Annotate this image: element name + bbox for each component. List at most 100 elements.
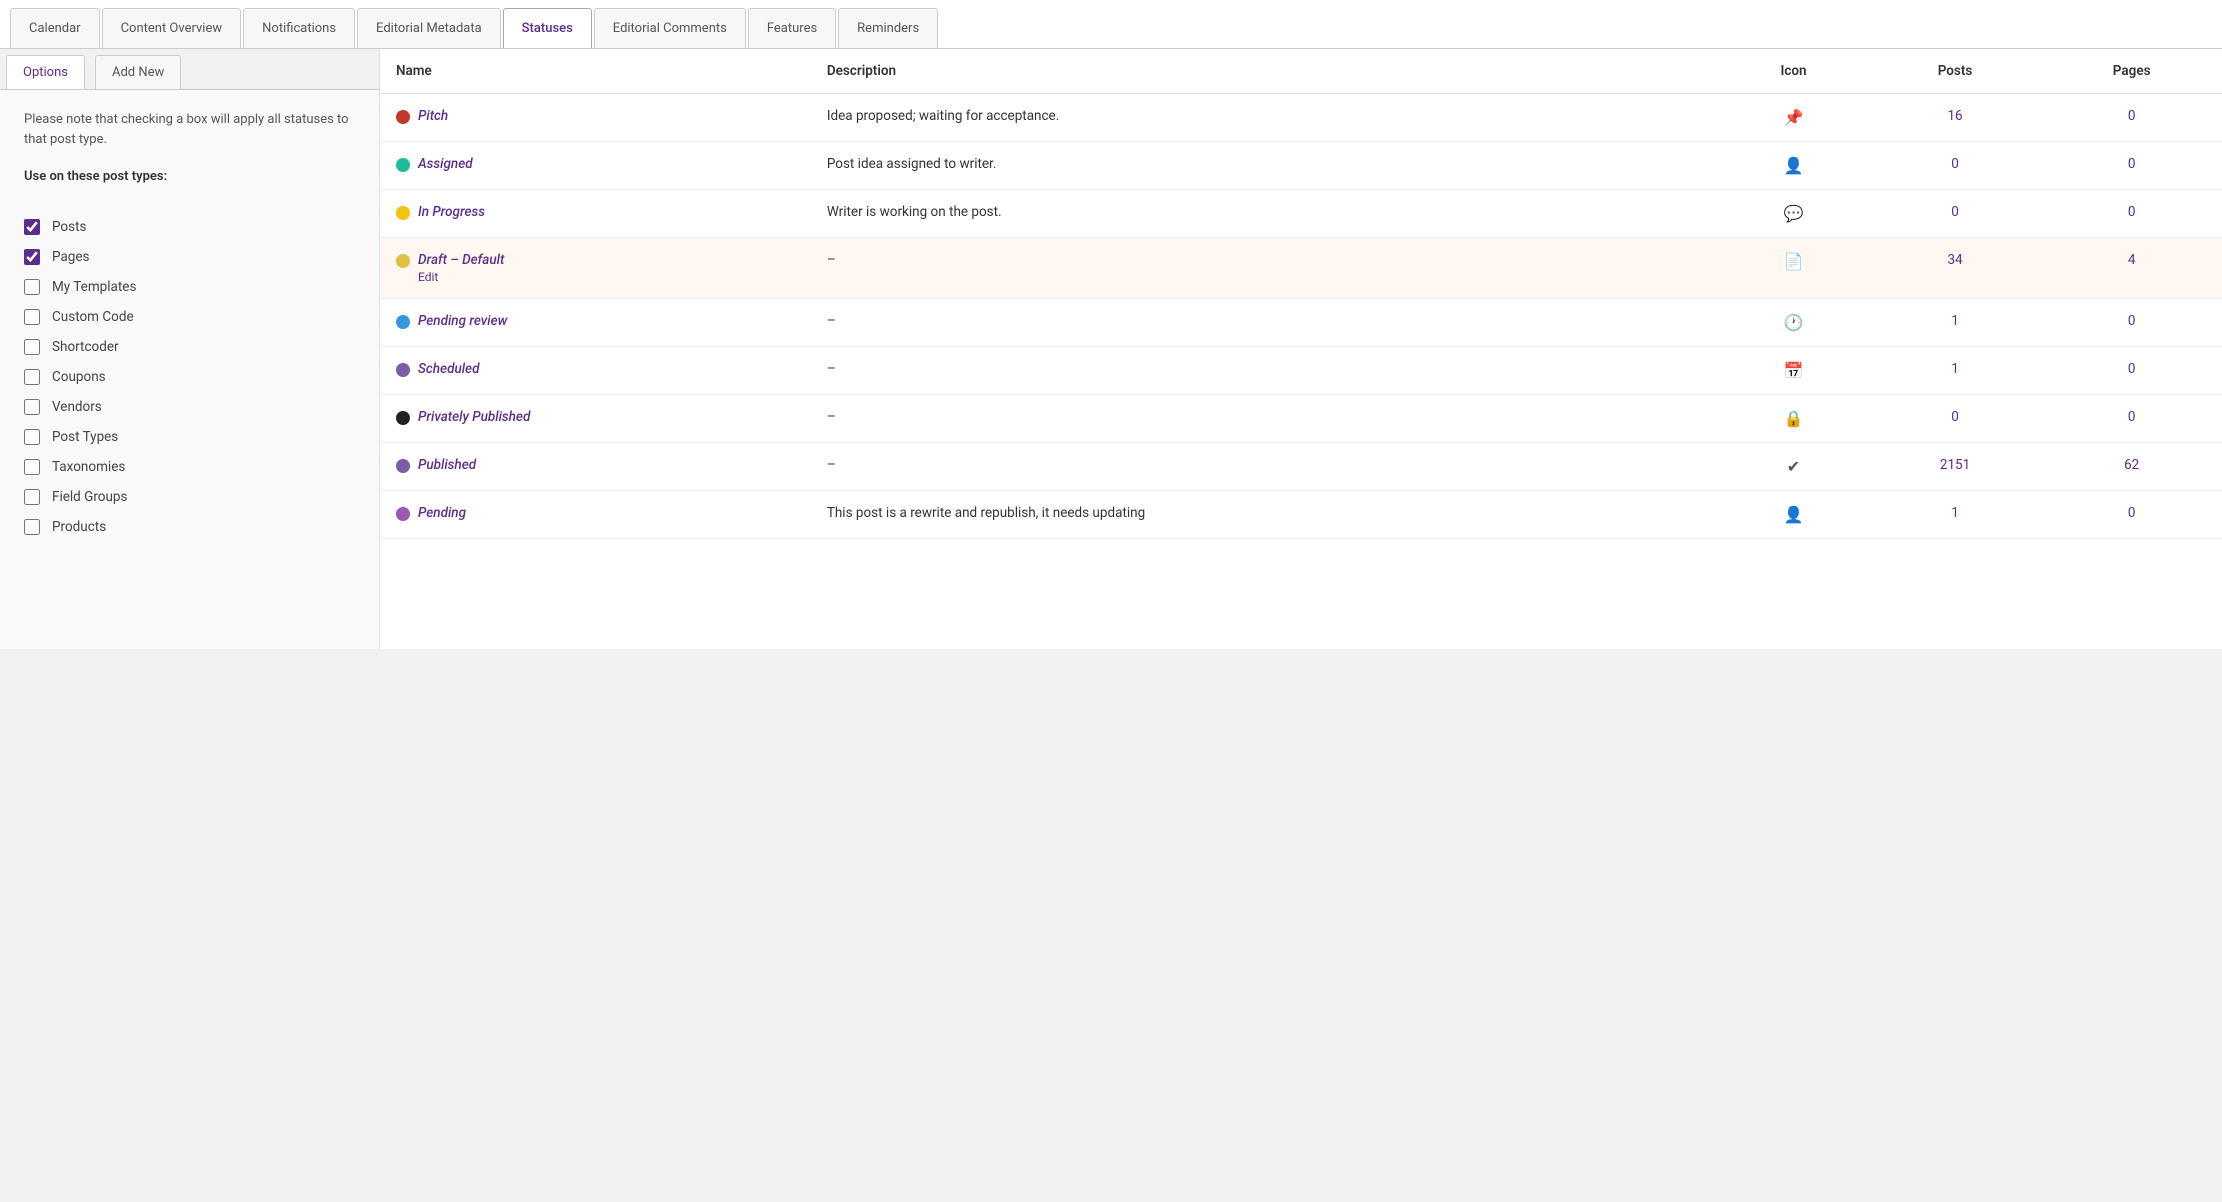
status-table: Name Description Icon Posts Pages PitchI… <box>380 49 2222 539</box>
table-row-assigned: AssignedPost idea assigned to writer.👤00 <box>380 142 2222 190</box>
post-type-label-field-groups: Field Groups <box>52 489 127 505</box>
post-type-item-posts: Posts <box>24 212 355 242</box>
pages-count-pending: 0 <box>2128 505 2136 521</box>
sub-tab-options[interactable]: Options <box>6 55 85 89</box>
cell-name-scheduled: Scheduled <box>380 347 811 395</box>
pages-count-scheduled: 0 <box>2128 361 2136 377</box>
top-tab-reminders[interactable]: Reminders <box>838 8 938 48</box>
cell-pages-draft: 4 <box>2041 238 2222 299</box>
cell-posts-scheduled: 1 <box>1869 347 2042 395</box>
notice-text: Please note that checking a box will app… <box>24 110 355 149</box>
status-icon-pending: 👤 <box>1734 505 1853 524</box>
post-type-label-my-templates: My Templates <box>52 279 136 295</box>
pages-count-in-progress: 0 <box>2128 204 2136 220</box>
left-panel-content: Please note that checking a box will app… <box>0 90 379 562</box>
top-tab-calendar[interactable]: Calendar <box>10 8 100 48</box>
cell-name-pending-review: Pending review <box>380 299 811 347</box>
top-tab-editorial-comments[interactable]: Editorial Comments <box>594 8 746 48</box>
post-type-list: PostsPages My Templates Custom Code Shortco… <box>24 212 355 542</box>
sub-tab-add-new[interactable]: Add New <box>95 55 181 89</box>
status-edit-link-draft[interactable]: Edit <box>418 270 795 284</box>
left-panel: Options Add New Please note that checking… <box>0 49 380 649</box>
post-type-checkbox-pages[interactable] <box>24 249 40 265</box>
post-type-checkbox-taxonomies[interactable] <box>24 459 40 475</box>
cell-name-privately-published: Privately Published <box>380 395 811 443</box>
status-name-link-scheduled[interactable]: Scheduled <box>418 361 479 377</box>
post-type-checkbox-coupons[interactable] <box>24 369 40 385</box>
cell-icon-scheduled: 📅 <box>1718 347 1869 395</box>
cell-posts-in-progress: 0 <box>1869 190 2042 238</box>
status-icon-assigned: 👤 <box>1734 156 1853 175</box>
pages-count-pitch: 0 <box>2128 108 2136 124</box>
cell-posts-pending-review: 1 <box>1869 299 2042 347</box>
posts-count-published[interactable]: 2151 <box>1940 457 1970 473</box>
table-row-pending: PendingThis post is a rewrite and republ… <box>380 491 2222 539</box>
posts-count-pitch[interactable]: 16 <box>1947 108 1962 124</box>
posts-count-draft[interactable]: 34 <box>1947 252 1962 268</box>
cell-name-in-progress: In Progress <box>380 190 811 238</box>
post-type-checkbox-vendors[interactable] <box>24 399 40 415</box>
post-type-checkbox-my-templates[interactable] <box>24 279 40 295</box>
status-name-link-draft[interactable]: Draft – Default <box>418 252 504 268</box>
posts-count-pending-review[interactable]: 1 <box>1951 313 1959 329</box>
cell-icon-assigned: 👤 <box>1718 142 1869 190</box>
cell-pages-pending-review: 0 <box>2041 299 2222 347</box>
post-type-checkbox-shortcoder[interactable] <box>24 339 40 355</box>
status-name-link-assigned[interactable]: Assigned <box>418 156 473 172</box>
status-name-link-published[interactable]: Published <box>418 457 476 473</box>
post-type-checkbox-post-types[interactable] <box>24 429 40 445</box>
post-type-item-pages: Pages <box>24 242 355 272</box>
post-type-checkbox-custom-code[interactable] <box>24 309 40 325</box>
top-tab-statuses[interactable]: Statuses <box>503 8 592 48</box>
top-tab-notifications[interactable]: Notifications <box>243 8 355 48</box>
post-types-label: Use on these post types: <box>24 169 167 184</box>
col-header-description: Description <box>811 49 1718 94</box>
status-dot-in-progress <box>396 206 410 220</box>
post-type-checkbox-products[interactable] <box>24 519 40 535</box>
table-row-in-progress: In ProgressWriter is working on the post… <box>380 190 2222 238</box>
pages-count-published[interactable]: 62 <box>2124 457 2139 473</box>
status-name-link-pending[interactable]: Pending <box>418 505 466 521</box>
posts-count-pending[interactable]: 1 <box>1951 505 1959 521</box>
pages-count-pending-review: 0 <box>2128 313 2136 329</box>
cell-description-published: – <box>811 443 1718 491</box>
cell-pages-privately-published: 0 <box>2041 395 2222 443</box>
col-header-name: Name <box>380 49 811 94</box>
top-tab-features[interactable]: Features <box>748 8 836 48</box>
cell-icon-pitch: 📌 <box>1718 94 1869 142</box>
status-dot-privately-published <box>396 411 410 425</box>
status-name-link-pending-review[interactable]: Pending review <box>418 313 507 329</box>
status-name-link-privately-published[interactable]: Privately Published <box>418 409 530 425</box>
table-row-scheduled: Scheduled–📅10 <box>380 347 2222 395</box>
cell-icon-published: ✔ <box>1718 443 1869 491</box>
post-type-item-taxonomies: Taxonomies <box>24 452 355 482</box>
status-name-link-in-progress[interactable]: In Progress <box>418 204 485 220</box>
post-type-item-custom-code: Custom Code <box>24 302 355 332</box>
posts-count-assigned: 0 <box>1951 156 1959 172</box>
post-type-checkbox-posts[interactable] <box>24 219 40 235</box>
table-row-pitch: PitchIdea proposed; waiting for acceptan… <box>380 94 2222 142</box>
cell-posts-privately-published: 0 <box>1869 395 2042 443</box>
pages-count-draft[interactable]: 4 <box>2128 252 2136 268</box>
status-icon-scheduled: 📅 <box>1734 361 1853 380</box>
status-name-link-pitch[interactable]: Pitch <box>418 108 448 124</box>
post-type-label-coupons: Coupons <box>52 369 106 385</box>
pages-count-privately-published: 0 <box>2128 409 2136 425</box>
post-type-label-custom-code: Custom Code <box>52 309 134 325</box>
posts-count-scheduled[interactable]: 1 <box>1951 361 1959 377</box>
top-tab-editorial-metadata[interactable]: Editorial Metadata <box>357 8 501 48</box>
post-type-item-products: Products <box>24 512 355 542</box>
post-type-item-shortcoder: Shortcoder <box>24 332 355 362</box>
table-row-published: Published –✔ 2151 62 <box>380 443 2222 491</box>
top-tab-content-overview[interactable]: Content Overview <box>102 8 242 48</box>
post-type-checkbox-field-groups[interactable] <box>24 489 40 505</box>
post-type-label-shortcoder: Shortcoder <box>52 339 119 355</box>
status-dot-pending-review <box>396 315 410 329</box>
cell-pages-pitch: 0 <box>2041 94 2222 142</box>
post-type-label-products: Products <box>52 519 106 535</box>
cell-description-privately-published: – <box>811 395 1718 443</box>
cell-description-pending-review: – <box>811 299 1718 347</box>
cell-pages-scheduled: 0 <box>2041 347 2222 395</box>
posts-count-in-progress: 0 <box>1951 204 1959 220</box>
cell-icon-pending-review: 🕐 <box>1718 299 1869 347</box>
